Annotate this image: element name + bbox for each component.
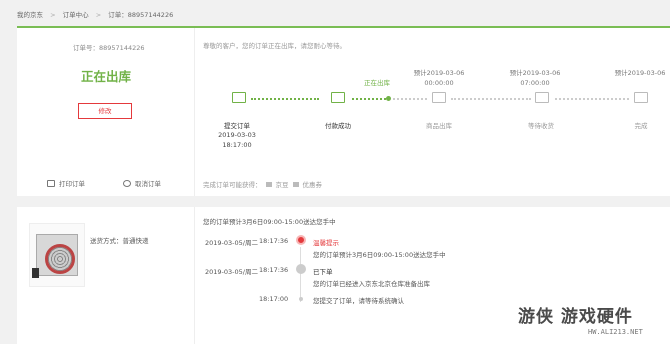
breadcrumb-sep: > xyxy=(95,11,102,19)
progress-connector xyxy=(352,98,386,100)
step-submit-date: 2019-03-03 xyxy=(218,131,256,139)
shipping-method: 送货方式：普通快递 xyxy=(90,237,149,245)
timeline-marker-icon xyxy=(296,264,306,274)
step-label-receive: 等待收货 xyxy=(528,122,554,130)
step-submit-time: 18:17:00 xyxy=(222,141,252,149)
tracking-date: 2019-03-05/周二 xyxy=(205,239,258,247)
watermark-logo: 游侠 游戏硬件 xyxy=(518,307,633,327)
breadcrumb: 我的京东 > 订单中心 > 订单：88957144226 xyxy=(17,9,178,19)
print-order-label: 打印订单 xyxy=(59,180,85,188)
product-badge xyxy=(32,268,39,278)
order-summary-panel: 订单号：88957144226 正在出库 修改 打印订单 取消订单 xyxy=(17,28,195,196)
tracking-time: 18:17:36 xyxy=(259,237,289,245)
step-ship-estimate: 预计2019-03-06 00:00:00 xyxy=(413,69,465,87)
tracking-title: 已下单 xyxy=(313,268,333,276)
warehouse-icon xyxy=(432,92,446,103)
order-status-card: 订单号：88957144226 正在出库 修改 打印订单 取消订单 尊敬的客户，… xyxy=(17,26,670,196)
timeline-line xyxy=(300,247,301,302)
step-label-ship: 商品出库 xyxy=(426,122,452,130)
order-progress-panel: 尊敬的客户，您的订单正在出库，请您耐心等待。 正在出库 预计2019-03-06… xyxy=(203,28,670,196)
tracking-time: 18:17:36 xyxy=(259,266,289,274)
step-label-submit: 提交订单 xyxy=(224,122,250,130)
watermark-url: HW.ALI213.NET xyxy=(588,328,643,336)
timeline-marker-icon xyxy=(299,297,303,301)
power-supply-image xyxy=(36,234,78,276)
truck-icon xyxy=(535,92,549,103)
printer-icon xyxy=(47,179,55,187)
progress-connector xyxy=(251,98,319,100)
tracking-desc: 您的订单已经进入京东北京仓库准备出库 xyxy=(313,280,430,288)
jingdou-icon xyxy=(265,181,272,187)
tracking-desc: 您的订单预计3月6日09:00-15:00送达您手中 xyxy=(313,251,446,259)
step-label-complete: 完成 xyxy=(634,122,648,130)
modify-button[interactable]: 修改 xyxy=(78,103,132,119)
rewards-label: 完成订单可能获得： xyxy=(203,181,262,189)
breadcrumb-order-center[interactable]: 订单中心 xyxy=(63,11,89,19)
coupon-label: 优惠券 xyxy=(302,181,323,189)
step-receive-estimate: 预计2019-03-06 07:00:00 xyxy=(509,69,561,87)
status-notice: 尊敬的客户，您的订单正在出库，请您耐心等待。 xyxy=(203,42,346,50)
breadcrumb-order: 订单：88957144226 xyxy=(108,11,174,19)
order-number: 订单号：88957144226 xyxy=(73,44,145,52)
tracking-date: 2019-03-05/周二 xyxy=(205,268,258,276)
progress-connector xyxy=(555,98,629,100)
payment-icon xyxy=(331,92,345,103)
coupon-icon xyxy=(292,181,299,187)
print-order-button[interactable]: 打印订单 xyxy=(47,178,85,188)
breadcrumb-my-jd[interactable]: 我的京东 xyxy=(17,11,43,19)
cancel-icon xyxy=(123,179,131,187)
tracking-title: 温馨提示 xyxy=(313,239,339,247)
step-label-payment: 付款成功 xyxy=(325,122,351,130)
product-image[interactable] xyxy=(29,223,85,287)
product-panel: 送货方式：普通快递 xyxy=(17,207,195,344)
current-step-dot xyxy=(386,96,391,101)
progress-connector xyxy=(393,98,427,100)
jingdou-label: 京豆 xyxy=(275,181,289,189)
breadcrumb-sep: > xyxy=(50,11,56,19)
alert-marker-icon xyxy=(296,235,306,245)
tracking-desc: 您提交了订单，请等待系统确认 xyxy=(313,297,404,305)
tracking-time: 18:17:00 xyxy=(259,295,289,303)
rewards-info: 完成订单可能获得： 京豆 优惠券 xyxy=(203,179,322,189)
cancel-order-label: 取消订单 xyxy=(135,180,161,188)
order-status: 正在出库 xyxy=(80,69,131,84)
progress-connector xyxy=(451,98,531,100)
watermark: 游侠 游戏硬件 HW.ALI213.NET xyxy=(512,296,670,344)
complete-icon xyxy=(634,92,648,103)
step-complete-estimate: 预计2019-03-06 xyxy=(614,69,666,77)
current-step-tag: 正在出库 xyxy=(364,79,390,87)
cancel-order-button[interactable]: 取消订单 xyxy=(123,178,161,188)
delivery-estimate: 您的订单预计3月6日09:00-15:00送达您手中 xyxy=(203,218,336,226)
submit-order-icon xyxy=(232,92,246,103)
